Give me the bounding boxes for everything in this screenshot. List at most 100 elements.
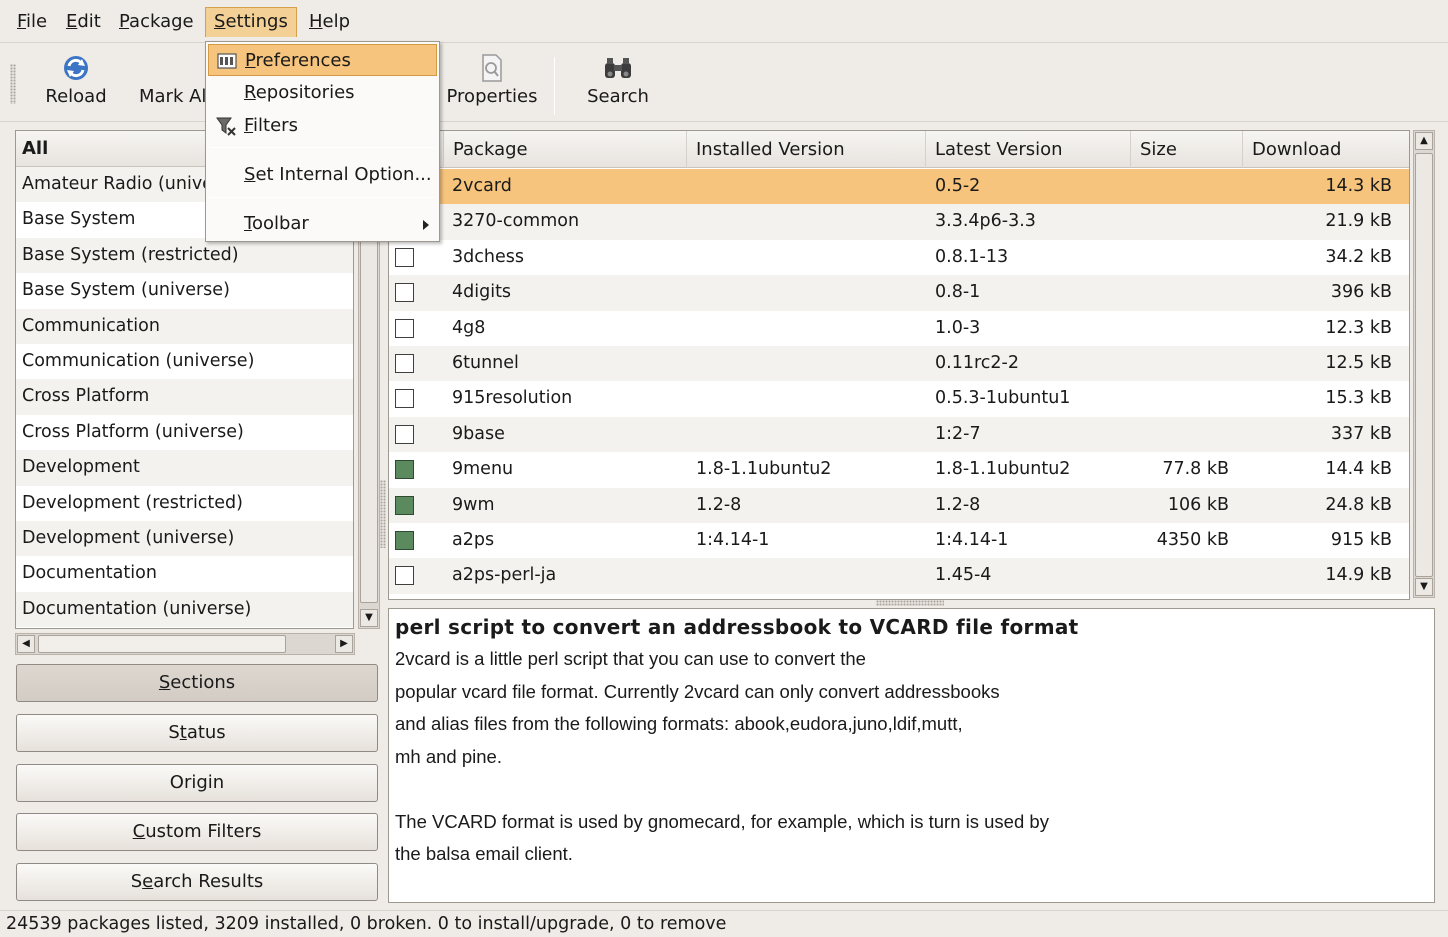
installed-size: 106 kB	[1167, 494, 1229, 515]
menubar: File Edit Package Settings Help	[0, 0, 1448, 43]
not-installed-checkbox[interactable]	[395, 247, 414, 267]
section-item[interactable]: Development (universe)	[16, 520, 353, 557]
menu-edit[interactable]: Edit	[58, 7, 109, 37]
download-size: 14.4 kB	[1325, 459, 1392, 480]
latest-version: 1:4.14-1	[935, 530, 1009, 550]
latest-version: 0.8-1	[935, 282, 981, 303]
not-installed-checkbox[interactable]	[395, 389, 414, 409]
column-package[interactable]: Package	[444, 131, 687, 168]
package-row[interactable]: 4digits 0.8-1 396 kB	[389, 275, 1409, 311]
package-row[interactable]: 9base 1:2-7 337 kB	[389, 416, 1409, 453]
scroll-right-arrow-icon[interactable]: ▶	[335, 635, 353, 653]
not-installed-checkbox[interactable]	[395, 566, 414, 586]
origin-button[interactable]: Origin	[16, 764, 378, 802]
not-installed-checkbox[interactable]	[395, 318, 414, 338]
scroll-up-arrow-icon[interactable]: ▲	[1415, 132, 1433, 150]
package-row[interactable]: 9menu 1.8-1.1ubuntu2 1.8-1.1ubuntu2 77.8 kB…	[389, 452, 1409, 487]
properties-button[interactable]: Properties	[442, 52, 542, 116]
menu-file[interactable]: File	[9, 7, 55, 37]
preferences-icon	[217, 53, 237, 69]
section-item[interactable]: Documentation	[16, 556, 353, 591]
download-size: 21.9 kB	[1325, 211, 1392, 232]
installed-checkbox[interactable]	[395, 531, 414, 550]
download-size: 396 kB	[1330, 282, 1392, 303]
not-installed-checkbox[interactable]	[395, 354, 414, 373]
package-name: 3dchess	[452, 246, 524, 267]
latest-version: 1.2-8	[935, 494, 981, 515]
installed-size: 77.8 kB	[1162, 459, 1229, 480]
scroll-down-arrow-icon[interactable]: ▼	[360, 609, 378, 627]
not-installed-checkbox[interactable]	[395, 283, 414, 303]
section-item[interactable]: Development	[16, 450, 353, 486]
section-item[interactable]: Cross Platform	[16, 379, 353, 415]
toolbar-grip[interactable]	[10, 64, 16, 104]
package-name: 4digits	[452, 282, 512, 303]
section-item[interactable]: Cross Platform (universe)	[16, 415, 353, 450]
package-table[interactable]: S Package Installed Version Latest Versi…	[388, 130, 1410, 600]
download-size: 34.2 kB	[1325, 246, 1392, 267]
column-installed-version[interactable]: Installed Version	[687, 131, 926, 168]
section-item[interactable]: Documentation (universe)	[16, 591, 353, 628]
reload-button[interactable]: Reload	[38, 52, 114, 116]
section-item[interactable]: Base System (restricted)	[16, 237, 353, 274]
section-item[interactable]: Development (restricted)	[16, 486, 353, 521]
scroll-left-arrow-icon[interactable]: ◀	[17, 635, 35, 653]
not-installed-checkbox[interactable]	[395, 424, 414, 444]
package-vertical-scrollbar[interactable]: ▲ ▼	[1413, 130, 1435, 598]
package-row[interactable]: a2ps 1:4.14-1 1:4.14-1 4350 kB 915 kB	[389, 523, 1409, 558]
scrollbar-thumb[interactable]	[1415, 153, 1433, 577]
menu-item-toolbar[interactable]: Toolbar	[208, 208, 437, 240]
section-item[interactable]: Communication	[16, 308, 353, 344]
status-button[interactable]: Status	[16, 714, 378, 752]
installed-checkbox[interactable]	[395, 460, 414, 480]
description-line: and alias files from the following forma…	[395, 713, 963, 734]
sections-button[interactable]: Sections	[16, 664, 378, 702]
package-row[interactable]: 9wm 1.2-8 1.2-8 106 kB 24.8 kB	[389, 487, 1409, 523]
installed-size: 4350 kB	[1156, 530, 1229, 550]
menu-item-set-internal-option[interactable]: Set Internal Option...	[208, 159, 437, 191]
download-size: 12.5 kB	[1325, 353, 1392, 373]
package-description: perl script to convert an addressbook to…	[388, 608, 1435, 903]
package-row[interactable]: 915resolution 0.5.3-1ubuntu1 15.3 kB	[389, 381, 1409, 416]
column-size[interactable]: Size	[1131, 131, 1243, 168]
package-row[interactable]: 3270-common 3.3.4p6-3.3 21.9 kB	[389, 204, 1409, 240]
package-row[interactable]: 2vcard 0.5-2 14.3 kB	[389, 169, 1409, 205]
menu-package[interactable]: Package	[111, 7, 202, 37]
mark-all-upgrades-button[interactable]: Mark Al	[132, 52, 212, 116]
scroll-down-arrow-icon[interactable]: ▼	[1415, 578, 1433, 596]
column-download[interactable]: Download	[1243, 131, 1409, 168]
package-row[interactable]: 3dchess 0.8.1-13 34.2 kB	[389, 240, 1409, 275]
package-row[interactable]: 6tunnel 0.11rc2-2 12.5 kB	[389, 346, 1409, 382]
installed-version: 1.2-8	[696, 494, 742, 515]
download-size: 337 kB	[1330, 423, 1392, 444]
section-item[interactable]: Communication (universe)	[16, 344, 353, 379]
menu-item-filters[interactable]: Filters	[208, 110, 437, 142]
vertical-pane-handle[interactable]	[380, 480, 386, 548]
menu-settings[interactable]: Settings	[205, 7, 297, 37]
package-row[interactable]: 4g8 1.0-3 12.3 kB	[389, 311, 1409, 346]
installed-version: 1:4.14-1	[696, 530, 770, 550]
menu-item-preferences[interactable]: Preferences	[208, 44, 437, 76]
package-name: a2ps-perl-ja	[452, 565, 557, 586]
horizontal-pane-handle[interactable]	[876, 600, 944, 606]
section-item[interactable]: Base System (universe)	[16, 273, 353, 308]
download-size: 24.8 kB	[1325, 494, 1392, 515]
column-latest-version[interactable]: Latest Version	[926, 131, 1131, 168]
menu-item-repositories[interactable]: Repositories	[208, 77, 437, 109]
status-bar: 24539 packages listed, 3209 installed, 0…	[0, 910, 1448, 935]
latest-version: 0.5.3-1ubuntu1	[935, 388, 1071, 409]
custom-filters-button[interactable]: Custom Filters	[16, 813, 378, 851]
package-table-header: S Package Installed Version Latest Versi…	[389, 131, 1409, 168]
description-line: the balsa email client.	[395, 843, 573, 864]
sections-horizontal-scrollbar[interactable]: ◀ ▶	[15, 633, 355, 655]
scrollbar-thumb[interactable]	[38, 635, 286, 653]
search-button[interactable]: Search	[578, 52, 658, 116]
properties-label: Properties	[446, 86, 538, 107]
download-size: 14.9 kB	[1325, 565, 1392, 586]
package-row[interactable]: a2ps-perl-ja 1.45-4 14.9 kB	[389, 558, 1409, 594]
reload-icon	[38, 52, 114, 84]
search-results-button[interactable]: Search Results	[16, 863, 378, 901]
installed-checkbox[interactable]	[395, 495, 414, 515]
menu-help[interactable]: Help	[301, 7, 358, 37]
latest-version: 3.3.4p6-3.3	[935, 211, 1036, 232]
